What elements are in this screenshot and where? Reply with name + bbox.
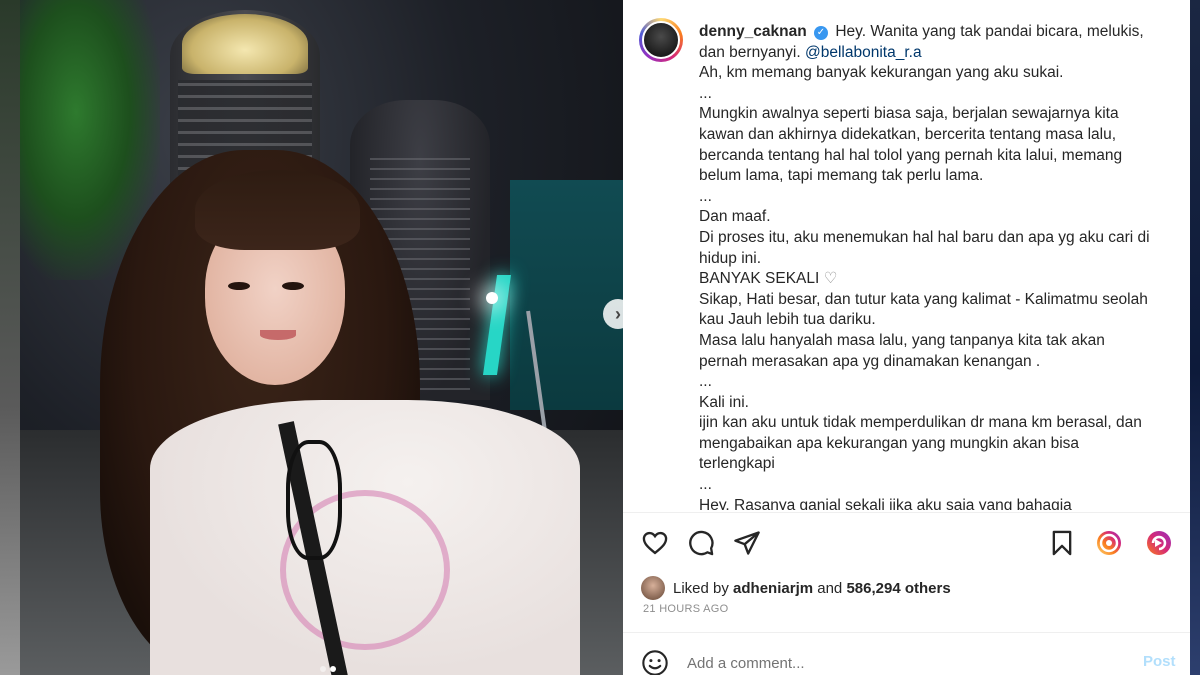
caption-line: ... xyxy=(699,84,712,102)
liker-avatar xyxy=(641,576,665,600)
caption-line: bercanda tentang hal hal tolol yang pern… xyxy=(699,146,1123,164)
tower-dome xyxy=(182,14,308,74)
comment-composer: Post xyxy=(623,632,1190,675)
heart-icon[interactable] xyxy=(641,529,669,557)
verified-badge-icon: ✓ xyxy=(814,26,828,40)
likes-summary[interactable]: Liked by adheniarjm and 586,294 others xyxy=(641,574,951,602)
chevron-right-icon: › xyxy=(615,303,621,324)
caption-line: Di proses itu, aku menemukan hal hal bar… xyxy=(699,228,1150,246)
street-light xyxy=(486,292,498,304)
caption-line: kau Jauh lebih tua dariku. xyxy=(699,311,876,329)
liked-prefix: Liked by xyxy=(673,579,729,597)
heart-emoji-icon: ♡ xyxy=(823,270,838,288)
comment-input[interactable] xyxy=(687,651,1107,675)
caption-line: hidup ini. xyxy=(699,249,762,267)
emoji-icon[interactable] xyxy=(641,649,669,675)
liked-and: and xyxy=(817,579,843,597)
caption-line: Masa lalu hanyalah masa lalu, yang tanpa… xyxy=(699,331,1105,349)
hanging-glasses xyxy=(286,440,342,560)
caption-line: Sikap, Hati besar, dan tutur kata yang k… xyxy=(699,290,1148,308)
post-timestamp[interactable]: 21 HOURS AGO xyxy=(643,603,729,615)
caption-line: BANYAK SEKALI xyxy=(699,270,820,288)
caption-line: belum lama, tapi memang tak perlu lama. xyxy=(699,167,984,185)
caption-line: Kali ini. xyxy=(699,393,749,411)
carousel-dot xyxy=(330,666,336,672)
background-left-strip xyxy=(0,0,20,675)
carousel-dot xyxy=(320,666,326,672)
caption-line: mengabaikan apa kekurangan yang mungkin … xyxy=(699,434,1080,452)
caption-line: ... xyxy=(699,476,712,494)
username-link[interactable]: denny_caknan xyxy=(699,23,807,40)
caption-line: Ah, km memang banyak kekurangan yang aku… xyxy=(699,64,1064,82)
teal-building xyxy=(510,180,623,410)
post-detail-panel: denny_caknan ✓ Hey. Wanita yang tak pand… xyxy=(623,0,1190,675)
caption-line: Dan maaf. xyxy=(699,208,771,226)
caption-line: Hey. Wanita yang tak pandai bicara, melu… xyxy=(835,23,1144,40)
avatar[interactable] xyxy=(639,18,683,62)
caption-text: denny_caknan ✓ Hey. Wanita yang tak pand… xyxy=(699,22,1175,510)
caption-line: Mungkin awalnya seperti biasa saja, berj… xyxy=(699,105,1119,123)
avatar-image xyxy=(642,21,680,59)
caption-line: ... xyxy=(699,373,712,391)
comment-icon[interactable] xyxy=(687,529,715,557)
caption-line: ... xyxy=(699,187,712,205)
person-lips xyxy=(260,330,296,340)
caption-line: pernah merasakan apa yg dinamakan kenang… xyxy=(699,352,1041,370)
liker-username[interactable]: adheniarjm xyxy=(733,580,813,597)
background-right-strip xyxy=(1190,0,1200,675)
action-bar xyxy=(623,512,1190,572)
bookmark-icon[interactable] xyxy=(1048,529,1076,557)
share-icon[interactable] xyxy=(733,529,761,557)
person-eye-left xyxy=(228,282,250,290)
story-ring-icon[interactable] xyxy=(1095,529,1123,557)
post-comment-button[interactable]: Post xyxy=(1143,653,1176,670)
caption-line: dan bernyanyi. xyxy=(699,43,801,61)
person-eye-right xyxy=(282,282,304,290)
post-photo[interactable]: › xyxy=(20,0,623,675)
reel-icon[interactable] xyxy=(1145,529,1173,557)
caption-area[interactable]: denny_caknan ✓ Hey. Wanita yang tak pand… xyxy=(623,0,1190,510)
caption-line: terlengkapi xyxy=(699,455,775,473)
carousel-dots xyxy=(320,666,336,672)
mention-link[interactable]: @bellabonita_r.a xyxy=(805,44,922,61)
caption-line: kawan dan akhirnya didekatkan, bercerita… xyxy=(699,125,1117,143)
caption-line: ijin kan aku untuk tidak memperdulikan d… xyxy=(699,414,1142,432)
caption-line: Hey. Rasanya ganjal sekali jika aku saja… xyxy=(699,496,1072,510)
likes-count[interactable]: 586,294 others xyxy=(846,580,950,597)
person-bangs xyxy=(195,170,360,250)
